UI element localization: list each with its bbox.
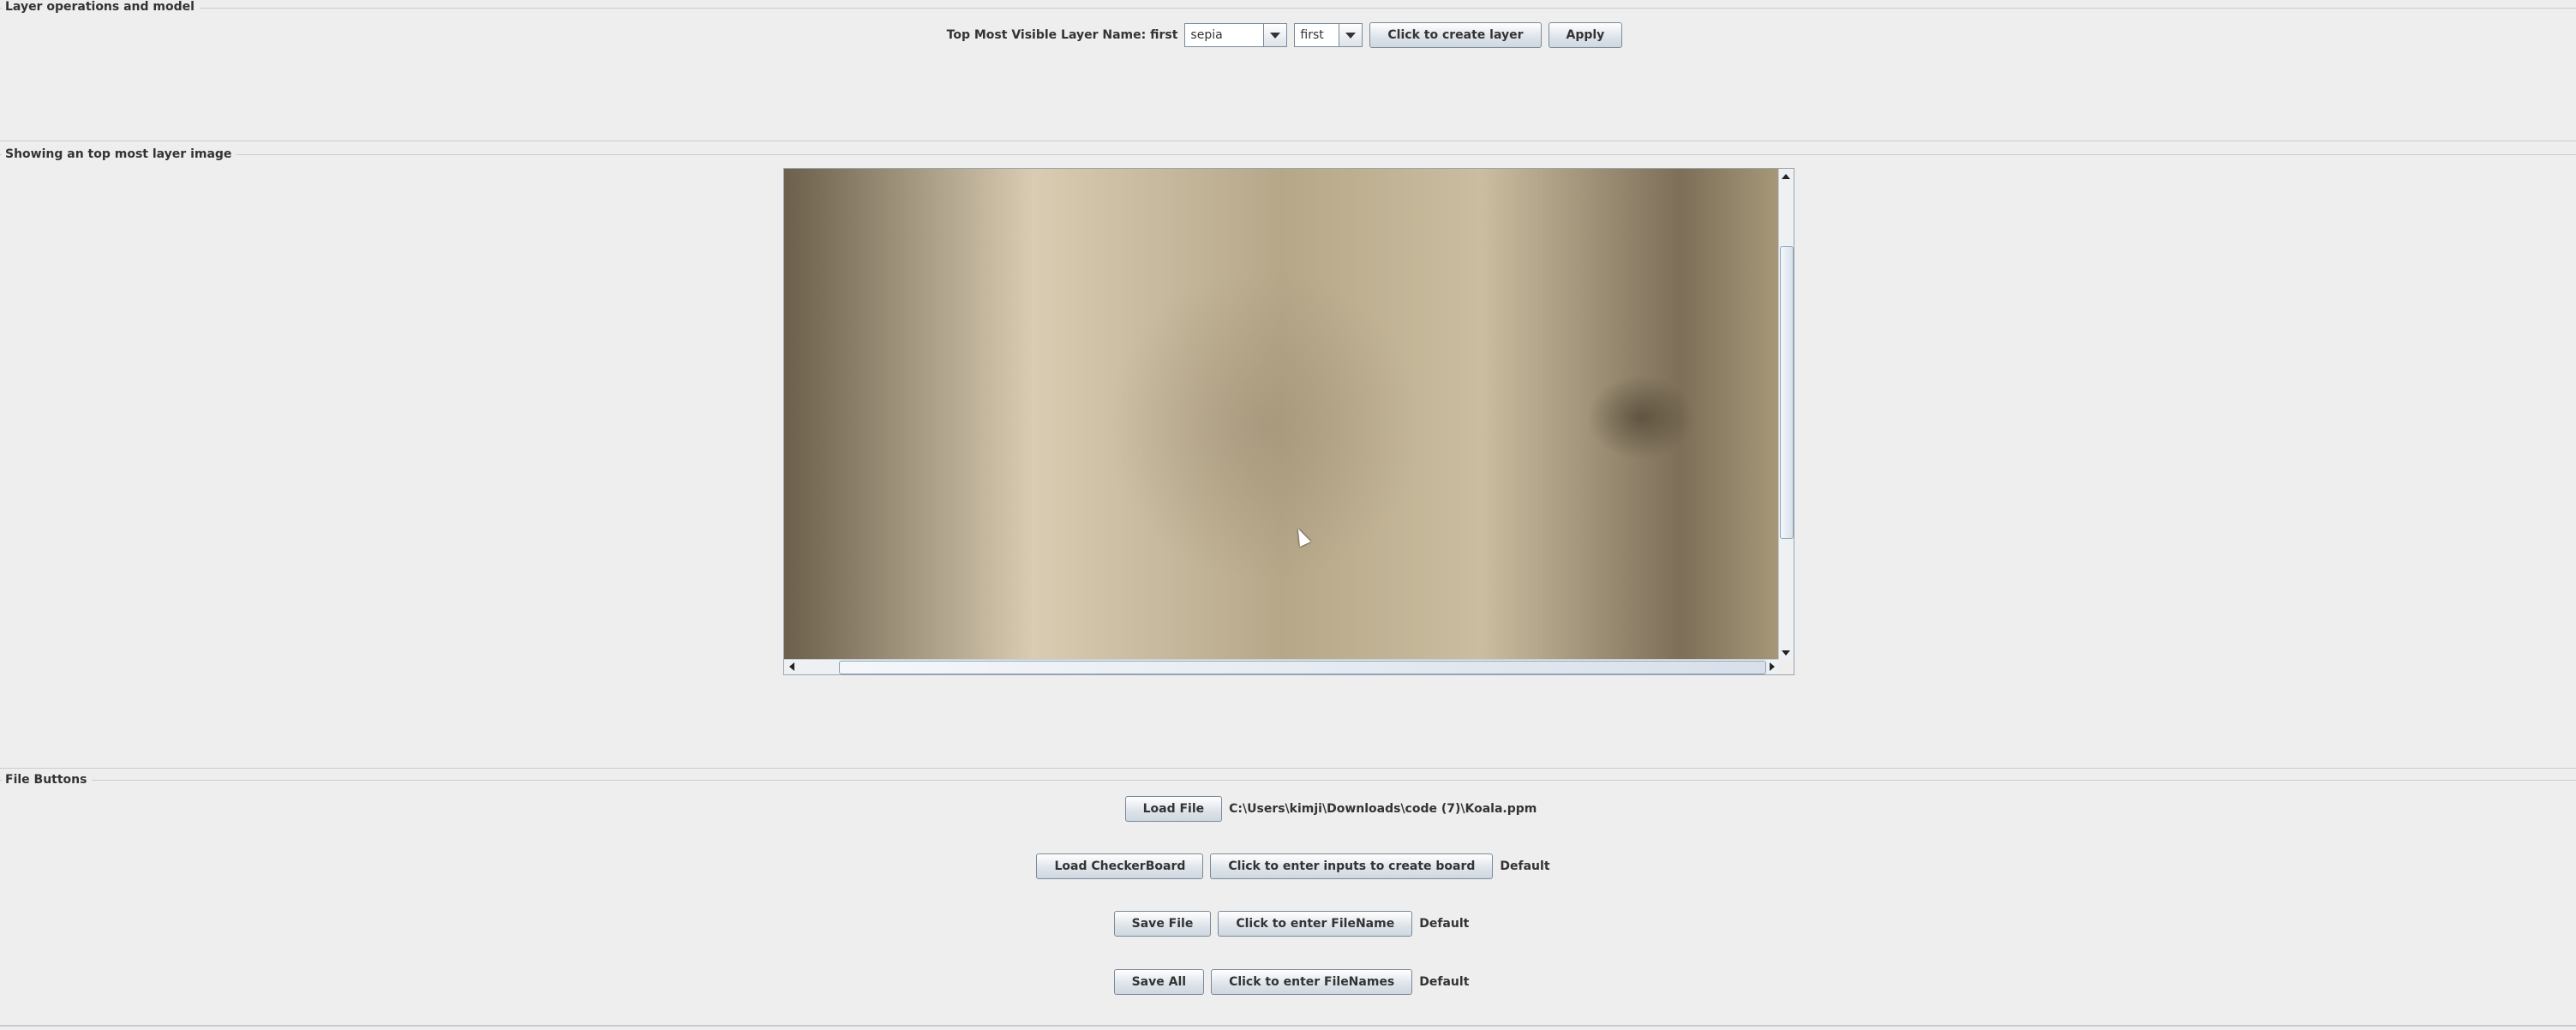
- layer-image: [784, 169, 1780, 661]
- save-file-row: Save File Click to enter FileName Defaul…: [3, 911, 2576, 937]
- arrow-right-icon: [1770, 662, 1775, 671]
- image-panel-bottom-border: [0, 768, 2576, 769]
- top-layer-label: Top Most Visible Layer Name: first: [946, 28, 1178, 42]
- file-buttons-title: File Buttons: [2, 773, 93, 787]
- layer-combo[interactable]: first: [1294, 23, 1363, 47]
- save-all-row: Save All Click to enter FileNames Defaul…: [3, 969, 2576, 995]
- layer-combo-value: first: [1300, 28, 1324, 42]
- layer-ops-row: Top Most Visible Layer Name: first sepia…: [0, 22, 2573, 48]
- scroll-right-button[interactable]: [1765, 660, 1779, 674]
- save-file-button[interactable]: Save File: [1113, 911, 1212, 937]
- image-panel-border: [0, 154, 2576, 155]
- layer-ops-border: [0, 8, 2576, 9]
- chevron-down-icon[interactable]: [1339, 24, 1363, 46]
- checkerboard-inputs-button[interactable]: Click to enter inputs to create board: [1210, 853, 1494, 879]
- checkerboard-status: Default: [1500, 859, 1550, 873]
- scroll-down-button[interactable]: [1779, 646, 1793, 660]
- vertical-scroll-thumb[interactable]: [1780, 246, 1794, 539]
- file-buttons-border: [0, 780, 2576, 781]
- arrow-up-icon: [1782, 174, 1790, 179]
- save-all-status: Default: [1419, 975, 1470, 989]
- load-file-button[interactable]: Load File: [1124, 796, 1223, 822]
- load-file-row: Load File C:\Users\kimji\Downloads\code …: [43, 796, 2576, 822]
- scroll-corner: [1778, 659, 1794, 674]
- save-filename-button[interactable]: Click to enter FileName: [1218, 911, 1413, 937]
- chevron-down-icon[interactable]: [1263, 24, 1287, 46]
- save-all-button[interactable]: Save All: [1113, 969, 1205, 995]
- apply-button[interactable]: Apply: [1548, 22, 1623, 48]
- checkerboard-row: Load CheckerBoard Click to enter inputs …: [5, 853, 2576, 879]
- load-file-path: C:\Users\kimji\Downloads\code (7)\Koala.…: [1229, 802, 1537, 816]
- layer-ops-title: Layer operations and model: [2, 0, 200, 14]
- window-bottom-border: [0, 1025, 2576, 1027]
- filter-combo[interactable]: sepia: [1184, 23, 1288, 47]
- image-scroll-pane[interactable]: [783, 168, 1794, 675]
- horizontal-scroll-thumb[interactable]: [839, 661, 1766, 674]
- horizontal-scrollbar[interactable]: [784, 659, 1780, 674]
- vertical-scrollbar[interactable]: [1778, 169, 1794, 661]
- save-all-filenames-button[interactable]: Click to enter FileNames: [1211, 969, 1413, 995]
- filter-combo-value: sepia: [1190, 28, 1223, 42]
- save-file-status: Default: [1419, 917, 1470, 931]
- load-checkerboard-button[interactable]: Load CheckerBoard: [1036, 853, 1204, 879]
- create-layer-button[interactable]: Click to create layer: [1369, 22, 1542, 48]
- scroll-left-button[interactable]: [785, 660, 799, 674]
- arrow-down-icon: [1782, 650, 1790, 656]
- arrow-left-icon: [789, 662, 794, 671]
- image-panel-title: Showing an top most layer image: [2, 147, 237, 161]
- scroll-up-button[interactable]: [1779, 170, 1793, 183]
